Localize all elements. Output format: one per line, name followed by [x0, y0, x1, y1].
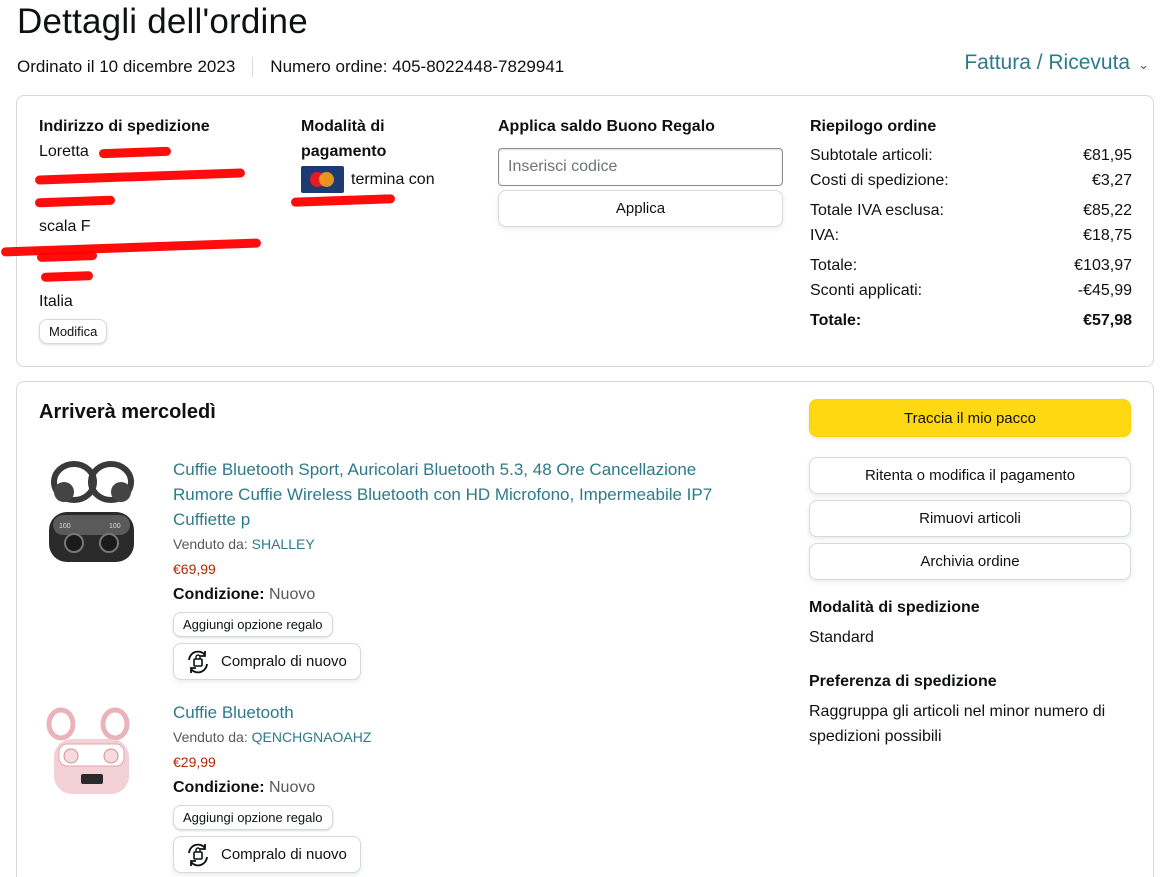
order-summary-title: Riepilogo ordine [810, 118, 937, 135]
summary-row: Subtotale articoli: €81,95 [810, 147, 1132, 164]
redaction-mark [34, 195, 116, 208]
track-package-button[interactable]: Traccia il mio pacco [809, 399, 1131, 437]
order-info-card: Indirizzo di spedizione Loretta scala F … [0, 95, 1154, 367]
payment-method-title: Modalità di pagamento [301, 118, 387, 160]
item-condition: Condizione: Nuovo [173, 779, 316, 796]
order-actions: Traccia il mio pacco Ritenta o modifica … [809, 399, 1131, 749]
shipping-address-title: Indirizzo di spedizione [39, 118, 210, 135]
shipping-address-section: Indirizzo di spedizione Loretta scala F … [0, 114, 279, 344]
gift-code-input[interactable] [498, 148, 783, 186]
edit-address-button[interactable]: Modifica [39, 319, 108, 344]
add-gift-option-button[interactable]: Aggiungi opzione regalo [173, 805, 333, 830]
arrival-heading: Arriverà mercoledì [39, 401, 216, 423]
address-country: Italia [39, 293, 73, 310]
card-ending-text: termina con [351, 171, 435, 188]
product-title-link[interactable]: Cuffie Bluetooth [173, 700, 753, 725]
address-scala: scala F [39, 218, 91, 235]
address-postal [39, 264, 279, 289]
shipping-preference-value: Raggruppa gli articoli nel minor numero … [809, 703, 1106, 745]
redaction-mark [40, 271, 94, 282]
payment-card-row: termina con [301, 166, 481, 193]
add-gift-option-button[interactable]: Aggiungi opzione regalo [173, 612, 333, 637]
invoice-link-label: Fattura / Ricevuta [964, 51, 1131, 74]
item-price: €69,99 [173, 561, 216, 577]
svg-text:100: 100 [109, 523, 121, 530]
seller-link[interactable]: SHALLEY [252, 536, 315, 552]
shipping-mode-value: Standard [809, 629, 874, 646]
summary-grand-total: Totale: €57,98 [810, 312, 1132, 329]
retry-payment-button[interactable]: Ritenta o modifica il pagamento [809, 457, 1131, 494]
summary-row: Sconti applicati: -€45,99 [810, 282, 1132, 299]
redaction-mark [290, 194, 396, 207]
address-city [0, 238, 279, 264]
redaction-mark [98, 146, 172, 159]
product-image[interactable]: 100 100 [39, 457, 144, 562]
mastercard-icon [301, 166, 344, 193]
product-title-link[interactable]: Cuffie Bluetooth Sport, Auricolari Bluet… [173, 457, 753, 532]
chevron-down-icon: ⌄ [1138, 57, 1149, 72]
address-name: Loretta [39, 139, 279, 164]
seller-line: Venduto da: QENCHGNAOAHZ [173, 729, 372, 745]
summary-row: Costi di spedizione: €3,27 [810, 172, 1132, 189]
order-number: Numero ordine: 405-8022448-7829941 [270, 57, 565, 76]
address-street [34, 164, 279, 189]
summary-row: Totale IVA esclusa: €85,22 [810, 202, 1132, 219]
buy-again-label: Compralo di nuovo [221, 846, 347, 863]
summary-row: Totale: €103,97 [810, 257, 1132, 274]
order-meta: Ordinato il 10 dicembre 2023 Numero ordi… [17, 57, 564, 77]
order-summary-section: Riepilogo ordine Subtotale articoli: €81,… [810, 114, 1132, 333]
gift-card-section: Applica saldo Buono Regalo Applica [498, 114, 784, 227]
payment-method-section: Modalità di pagamento termina con [290, 114, 481, 207]
buy-again-button[interactable]: Compralo di nuovo [173, 643, 361, 680]
shipping-preference-title: Preferenza di spedizione [809, 673, 997, 690]
order-date: Ordinato il 10 dicembre 2023 [17, 57, 236, 76]
order-item: Cuffie Bluetooth Venduto da: QENCHGNAOAH… [39, 700, 759, 877]
shipment-card: Arriverà mercoledì 100 100 Cuffie Blueto… [16, 381, 1154, 877]
address-number [34, 189, 279, 214]
summary-row: IVA: €18,75 [810, 227, 1132, 244]
page-title: Dettagli dell'ordine [17, 2, 308, 41]
seller-line: Venduto da: SHALLEY [173, 536, 315, 552]
item-price: €29,99 [173, 754, 216, 770]
shipping-mode-title: Modalità di spedizione [809, 599, 980, 616]
product-image[interactable] [39, 704, 144, 809]
redaction-mark [34, 168, 246, 185]
redaction-mark [36, 250, 98, 263]
svg-text:100: 100 [59, 523, 71, 530]
buy-again-button[interactable]: Compralo di nuovo [173, 836, 361, 873]
order-item: 100 100 Cuffie Bluetooth Sport, Auricola… [39, 457, 759, 687]
item-details: Cuffie Bluetooth Venduto da: QENCHGNAOAH… [173, 700, 753, 875]
apply-gift-button[interactable]: Applica [498, 190, 783, 227]
item-details: Cuffie Bluetooth Sport, Auricolari Bluet… [173, 457, 753, 682]
rebuy-icon [188, 843, 208, 866]
invoice-dropdown[interactable]: Fattura / Ricevuta ⌄ [964, 51, 1149, 75]
buy-again-label: Compralo di nuovo [221, 653, 347, 670]
remove-items-button[interactable]: Rimuovi articoli [809, 500, 1131, 537]
gift-card-title: Applica saldo Buono Regalo [498, 118, 715, 135]
archive-order-button[interactable]: Archivia ordine [809, 543, 1131, 580]
item-condition: Condizione: Nuovo [173, 586, 316, 603]
rebuy-icon [188, 650, 208, 673]
seller-link[interactable]: QENCHGNAOAHZ [252, 729, 372, 745]
meta-divider [252, 57, 254, 77]
